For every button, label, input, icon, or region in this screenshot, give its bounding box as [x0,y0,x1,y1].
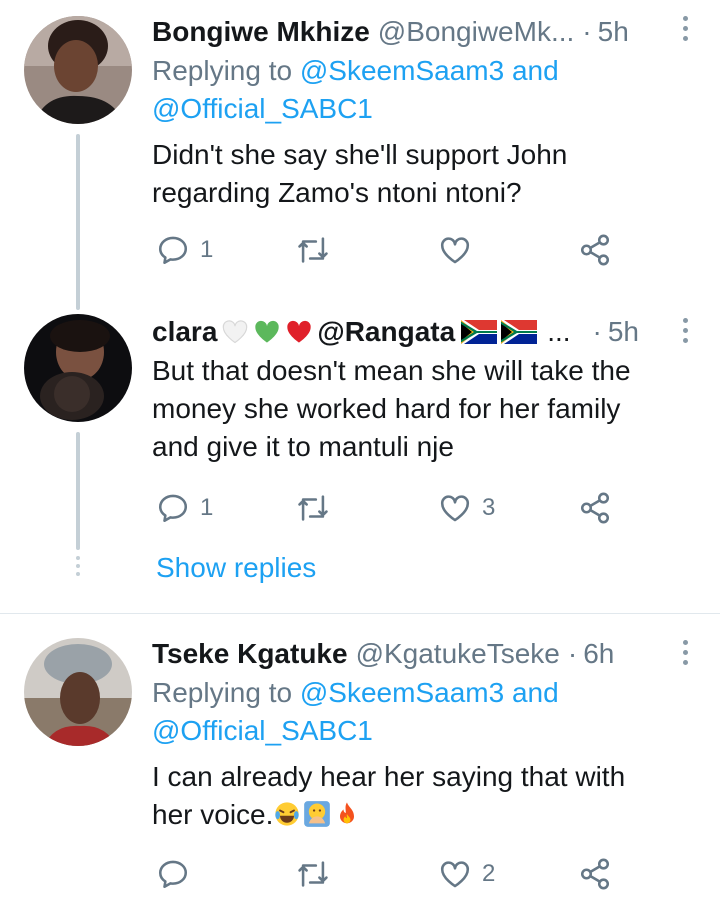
replying-and: and [504,55,559,86]
tweet-text: But that doesn't mean she will take the … [152,352,692,466]
action-bar: 1 [152,230,632,270]
name-emoji [221,318,315,346]
thread-line [76,304,80,308]
more-options-icon[interactable] [680,640,690,670]
heart-icon [440,495,470,522]
share-icon [580,858,610,890]
tweet-text: Didn't she say she'll support John regar… [152,136,692,212]
tweet-header: clara @Rangata ... · 5h [152,310,660,354]
user-handle[interactable]: @KgatukeTseke [356,638,560,670]
share-icon [580,234,610,266]
tweet-text-line: her voice. [152,796,692,834]
replying-prefix: Replying to [152,677,300,708]
like-count: 3 [482,494,496,521]
tweet-3[interactable]: Tseke Kgatuke @KgatukeTseke · 6h Replyin… [0,630,720,900]
timestamp[interactable]: 5h [598,16,629,48]
reply-icon [158,860,188,889]
hands-over-mouth-face-icon [304,801,331,827]
handle-ellipsis: ... [547,316,571,347]
reply-icon [158,236,188,265]
handle-emoji [461,320,539,344]
thread-line [76,134,80,310]
south-africa-flag-icon [501,320,538,344]
reply-count: 1 [200,494,214,521]
tears-of-joy-face-icon [275,802,300,826]
retweet-icon [298,237,328,263]
share-button[interactable] [578,230,612,270]
thread-line [76,432,80,550]
heart-icon [440,237,470,264]
retweet-icon [298,495,328,521]
replying-to: Replying to @SkeemSaam3 and @Official_SA… [152,52,672,128]
user-handle[interactable]: @BongiweMk... [378,16,575,48]
reply-button[interactable]: 1 [156,230,213,270]
timestamp[interactable]: 5h [608,316,639,348]
reply-icon [158,494,188,523]
green-heart-icon [255,320,280,343]
separator-dot: · [567,638,578,669]
fire-icon [340,802,355,824]
tweet-text-line: and give it to mantuli nje [152,431,454,462]
mention-link[interactable]: @SkeemSaam3 [300,55,504,86]
avatar[interactable] [24,314,132,422]
display-name[interactable]: clara [152,316,217,348]
show-replies-link[interactable]: Show replies [156,552,316,584]
replying-prefix: Replying to [152,55,300,86]
heart-icon [440,861,470,888]
like-button[interactable] [438,230,482,270]
tweet-1[interactable]: Bongiwe Mkhize @BongiweMk... · 5h Replyi… [0,6,720,310]
avatar[interactable] [24,638,132,746]
like-button[interactable]: 2 [438,854,495,894]
tweet-header: Tseke Kgatuke @KgatukeTseke · 6h [152,632,660,676]
share-icon [580,492,610,524]
action-bar: 1 3 [152,488,632,528]
share-button[interactable] [578,854,612,894]
user-handle[interactable]: @Rangata [317,316,455,348]
like-count: 2 [482,860,496,887]
thread-continuation-dots [74,556,82,580]
tweet-header: Bongiwe Mkhize @BongiweMk... · 5h [152,10,660,54]
tweet-text-line: But that doesn't mean she will take the [152,355,631,386]
mention-link[interactable]: @SkeemSaam3 [300,677,504,708]
avatar[interactable] [24,16,132,124]
tweet-text-line: money she worked hard for her family [152,393,621,424]
white-heart-icon [223,320,248,344]
divider [0,613,720,614]
tweet-text-line: regarding Zamo's ntoni ntoni? [152,177,522,208]
separator-dot: · [582,16,592,47]
tweet-text-line: I can already hear her saying that with [152,761,626,792]
more-options-icon[interactable] [680,16,690,46]
retweet-button[interactable] [296,854,340,894]
more-options-icon[interactable] [680,318,690,348]
replying-and: and [504,677,559,708]
reply-count: 1 [200,236,214,263]
separator-dot: · [592,316,602,347]
share-button[interactable] [578,488,612,528]
red-heart-icon [287,320,312,343]
replying-to: Replying to @SkeemSaam3 and @Official_SA… [152,674,672,750]
retweet-button[interactable] [296,488,340,528]
mention-link[interactable]: @Official_SABC1 [152,715,373,746]
retweet-icon [298,861,328,887]
display-name[interactable]: Bongiwe Mkhize [152,16,370,48]
reply-button[interactable]: 1 [156,488,213,528]
tweet-text: I can already hear her saying that with … [152,758,692,834]
action-bar: 2 [152,854,632,894]
reply-button[interactable] [156,854,200,894]
mention-link[interactable]: @Official_SABC1 [152,93,373,124]
tweet-text-line: Didn't she say she'll support John [152,139,568,170]
timestamp[interactable]: 6h [583,638,614,670]
like-button[interactable]: 3 [438,488,495,528]
retweet-button[interactable] [296,230,340,270]
tweet-text-segment: her voice. [152,799,274,830]
south-africa-flag-icon [461,320,498,344]
tweet-2[interactable]: clara @Rangata ... · 5h But that doesn't… [0,304,720,606]
display-name[interactable]: Tseke Kgatuke [152,638,348,670]
